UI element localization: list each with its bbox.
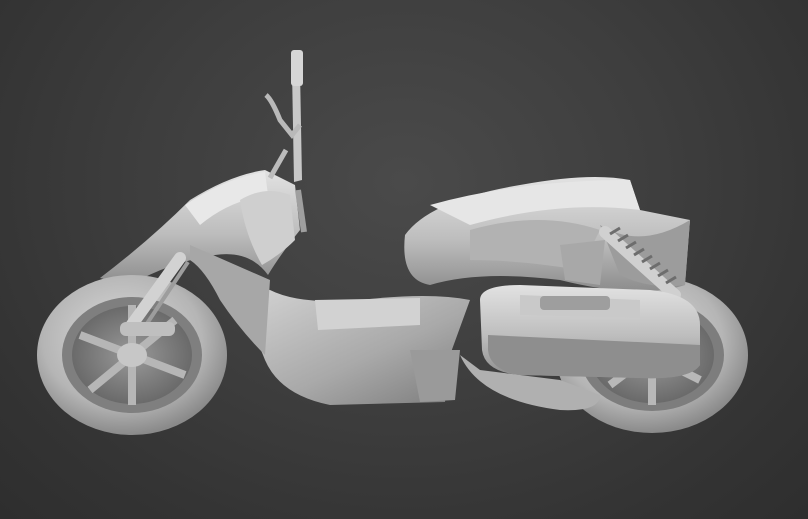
- 3d-viewport[interactable]: [0, 0, 808, 519]
- scooter-model-icon: [37, 50, 748, 435]
- front-wheel: [37, 275, 227, 435]
